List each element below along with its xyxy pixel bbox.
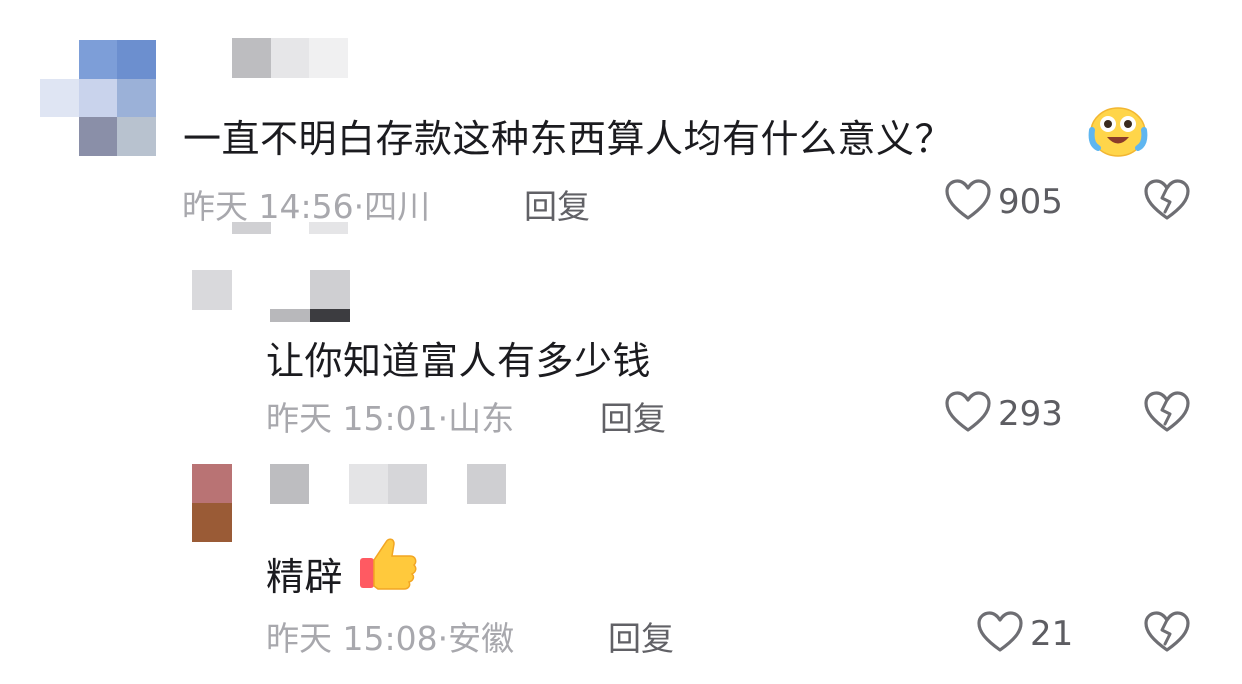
comment-meta: 昨天 15:08·安徽 — [266, 612, 514, 660]
comment-time: 昨天 15:01 — [266, 399, 438, 438]
reply-button[interactable]: 回复 — [600, 392, 666, 440]
comment-time: 昨天 14:56 — [182, 187, 354, 226]
broken-heart-icon[interactable] — [1143, 178, 1191, 226]
broken-heart-icon[interactable] — [1143, 610, 1191, 658]
comment-time: 昨天 15:08 — [266, 619, 438, 658]
comment-text: 精辟 — [266, 555, 344, 599]
like-button[interactable]: 21 — [976, 610, 1073, 658]
username[interactable] — [270, 464, 506, 504]
comment-text: 一直不明白存款这种东西算人均有什么意义？ — [183, 117, 954, 161]
avatar[interactable] — [40, 40, 156, 156]
username[interactable] — [270, 270, 350, 322]
like-count: 21 — [1030, 614, 1074, 654]
reply-button[interactable]: 回复 — [524, 180, 590, 228]
comment-item: 一直不明白存款这种东西算人均有什么意义？ 昨天 14:56·四川 回复 905 — [0, 0, 1242, 240]
broken-heart-icon[interactable] — [1143, 390, 1191, 438]
comment-location: 四川 — [364, 187, 431, 226]
like-count: 293 — [998, 394, 1063, 434]
heart-icon — [976, 610, 1024, 658]
comment-text: 让你知道富人有多少钱 — [266, 339, 652, 383]
like-count: 905 — [998, 182, 1063, 222]
comment-location: 山东 — [448, 399, 515, 438]
like-button[interactable]: 293 — [944, 390, 1063, 438]
meta-separator: · — [437, 399, 449, 438]
like-button[interactable]: 905 — [944, 178, 1063, 226]
username[interactable] — [232, 38, 348, 78]
heart-icon — [944, 178, 992, 226]
comment-item: 精辟 昨天 15:08·安徽 回复 21 — [0, 460, 1242, 684]
comment-item: 让你知道富人有多少钱 昨天 15:01·山东 回复 293 — [0, 240, 1242, 460]
comment-list: 一直不明白存款这种东西算人均有什么意义？ 昨天 14:56·四川 回复 905 … — [0, 0, 1242, 684]
heart-icon — [944, 390, 992, 438]
meta-separator: · — [353, 187, 365, 226]
thumbs-up-icon — [356, 534, 420, 596]
comment-location: 安徽 — [448, 619, 515, 658]
comment-meta: 昨天 14:56·四川 — [182, 180, 430, 228]
meta-separator: · — [437, 619, 449, 658]
avatar[interactable] — [192, 464, 232, 542]
avatar[interactable] — [192, 270, 232, 310]
blurred-fragment — [232, 222, 348, 234]
crying-laughing-emoji-icon — [1088, 104, 1148, 162]
reply-button[interactable]: 回复 — [608, 612, 674, 660]
comment-meta: 昨天 15:01·山东 — [266, 392, 514, 440]
